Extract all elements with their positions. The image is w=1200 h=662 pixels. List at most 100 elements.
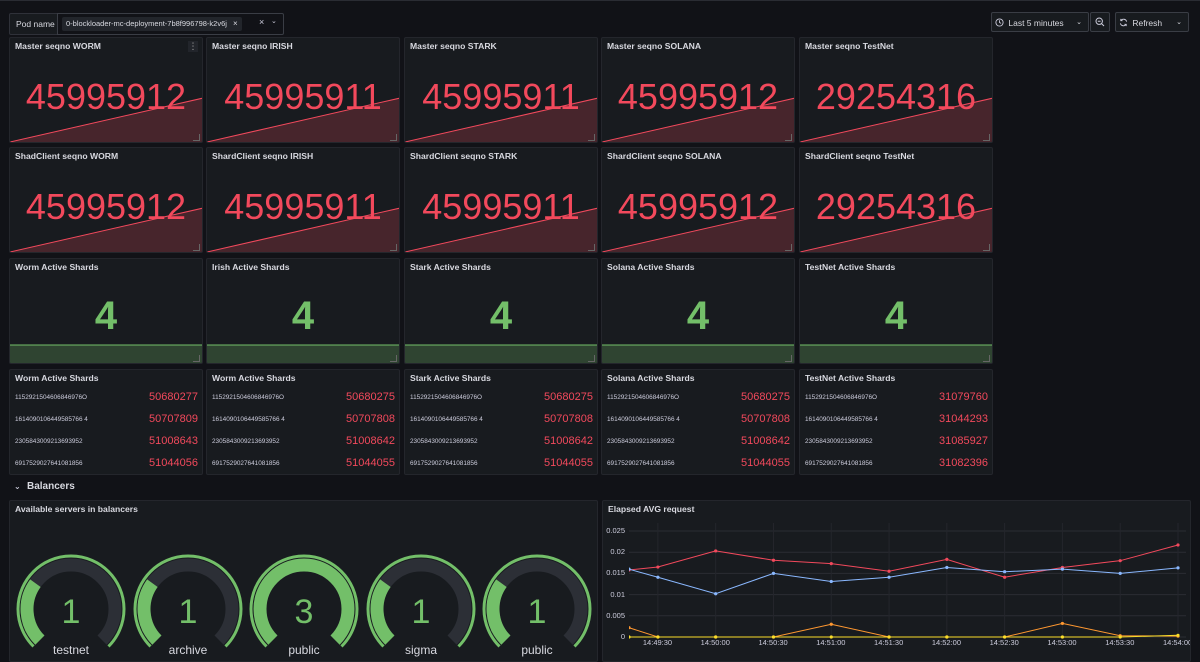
shard-seqno: 50680275	[544, 391, 593, 403]
resize-handle[interactable]	[588, 134, 595, 141]
sparkline-area	[602, 345, 794, 363]
stat-value: 45995912	[25, 186, 187, 227]
resize-handle[interactable]	[983, 244, 990, 251]
gauge-value: 1	[178, 593, 198, 631]
stat-value: 45995912	[25, 76, 187, 117]
list-item: 1614090106449585766 4 50707809	[15, 413, 198, 427]
series-line	[629, 544, 1179, 578]
shard-seqno: 50707809	[149, 413, 198, 425]
data-point	[1003, 635, 1007, 639]
data-point	[1060, 635, 1065, 639]
resize-handle[interactable]	[785, 355, 792, 362]
y-tick-label: 0.01	[610, 589, 625, 599]
data-point	[714, 635, 718, 639]
gauge-label: testnet	[52, 643, 90, 657]
gauge-value: 3	[294, 593, 314, 631]
shard-id: 1152921504606846976O	[607, 394, 680, 401]
shard-seqno: 31085927	[939, 435, 988, 447]
data-point	[629, 626, 631, 630]
list-item: 1152921504606846976O 50680275	[410, 391, 593, 405]
shard-seqno: 51008642	[741, 435, 790, 447]
list-item: 6917529027641081856 51044055	[212, 457, 395, 471]
active-shards-panel: Stark Active Shards 4	[404, 258, 598, 364]
shard-id: 6917529027641081856	[212, 460, 280, 467]
shard-id: 1152921504606846976O	[410, 394, 483, 401]
shard-seqno: 51008643	[149, 435, 198, 447]
gauge-label: public	[521, 643, 553, 657]
clear-icon[interactable]: ×	[259, 17, 264, 27]
pod-name-select[interactable]: 0-blockloader-mc-deployment-7b8f996798-k…	[57, 13, 284, 35]
data-point	[945, 565, 949, 570]
shard-list-panel: TestNet Active Shards 1152921504606846976…	[799, 369, 993, 475]
data-point	[629, 635, 631, 639]
data-point	[829, 562, 833, 566]
resize-handle[interactable]	[983, 355, 990, 362]
shard-id: 1614090106449585766 4	[15, 416, 88, 423]
time-range-picker[interactable]: Last 5 minutes ⌄	[991, 12, 1089, 32]
sparkline	[10, 344, 202, 363]
panel-menu-icon[interactable]: ⋮	[188, 41, 198, 52]
shard-list-panel: Solana Active Shards 1152921504606846976O…	[601, 369, 795, 475]
pod-chip: 0-blockloader-mc-deployment-7b8f996798-k…	[62, 17, 242, 31]
panel-title: Solana Active Shards	[607, 262, 695, 272]
data-point	[945, 557, 949, 562]
shard-id: 6917529027641081856	[805, 460, 873, 467]
list-item: 6917529027641081856 31082396	[805, 457, 988, 471]
resize-handle[interactable]	[983, 134, 990, 141]
panel-title: ShardClient seqno SOLANA	[607, 151, 722, 161]
active-shards-panel: Irish Active Shards 4	[206, 258, 400, 364]
stat-value: 29254316	[815, 76, 977, 117]
list-item: 1152921504606846976O 50680277	[15, 391, 198, 405]
y-tick-label: 0.005	[606, 610, 625, 620]
resize-handle[interactable]	[193, 355, 200, 362]
list-item: 1614090106449585766 4 50707808	[212, 413, 395, 427]
resize-handle[interactable]	[193, 244, 200, 251]
list-item: 2305843009213693952 31085927	[805, 435, 988, 449]
panel-title: Worm Active Shards	[15, 262, 99, 272]
balancers-row-header[interactable]: ⌄ Balancers	[14, 481, 75, 492]
data-point	[1176, 543, 1180, 547]
refresh-button[interactable]: Refresh ⌄	[1115, 12, 1189, 32]
resize-handle[interactable]	[390, 355, 397, 362]
resize-handle[interactable]	[193, 134, 200, 141]
data-point	[1118, 559, 1122, 563]
resize-handle[interactable]	[785, 134, 792, 141]
shard-list-panel: Worm Active Shards 1152921504606846976O 50…	[9, 369, 203, 475]
resize-handle[interactable]	[390, 244, 397, 251]
resize-handle[interactable]	[588, 355, 595, 362]
refresh-interval-caret-icon[interactable]: ⌄	[1176, 13, 1182, 33]
stat-panel: Master seqno IRISH 45995911	[206, 37, 400, 143]
data-point	[1060, 567, 1065, 571]
resize-handle[interactable]	[785, 244, 792, 251]
gauge-label: sigma	[404, 643, 437, 657]
chip-remove-icon[interactable]: ×	[233, 19, 238, 28]
panel-title: Master seqno STARK	[410, 41, 497, 51]
sparkline	[602, 344, 794, 363]
shard-id: 6917529027641081856	[15, 460, 83, 467]
data-point	[771, 571, 776, 575]
stat-value: 45995911	[422, 186, 580, 227]
y-tick-label: 0	[620, 632, 625, 641]
data-point	[771, 558, 776, 562]
list-item: 1614090106449585766 4 50707808	[410, 413, 593, 427]
shard-id: 2305843009213693952	[15, 438, 83, 445]
panel-title: Master seqno TestNet	[805, 41, 894, 51]
data-point	[829, 579, 833, 584]
shard-id: 1614090106449585766 4	[607, 416, 680, 423]
shard-id: 1614090106449585766 4	[805, 416, 878, 423]
elapsed-line-chart	[629, 523, 1186, 639]
stat-panel: Master seqno WORM ⋮ 45995912	[9, 37, 203, 143]
data-point	[1176, 633, 1180, 637]
resize-handle[interactable]	[588, 244, 595, 251]
zoom-out-button[interactable]	[1090, 12, 1110, 32]
panel-title: Solana Active Shards	[607, 373, 695, 383]
pod-chip-label: 0-blockloader-mc-deployment-7b8f996798-k…	[66, 19, 227, 28]
refresh-icon	[1116, 13, 1130, 33]
panel-title: ShadClient seqno WORM	[15, 151, 119, 161]
stat-panel: ShardClient seqno TestNet 29254316	[799, 147, 993, 253]
shard-seqno: 51044055	[741, 457, 790, 469]
shard-seqno: 50680277	[149, 391, 198, 403]
panel-title: Worm Active Shards	[15, 373, 99, 383]
resize-handle[interactable]	[390, 134, 397, 141]
chevron-down-icon[interactable]: ⌄	[271, 17, 277, 25]
